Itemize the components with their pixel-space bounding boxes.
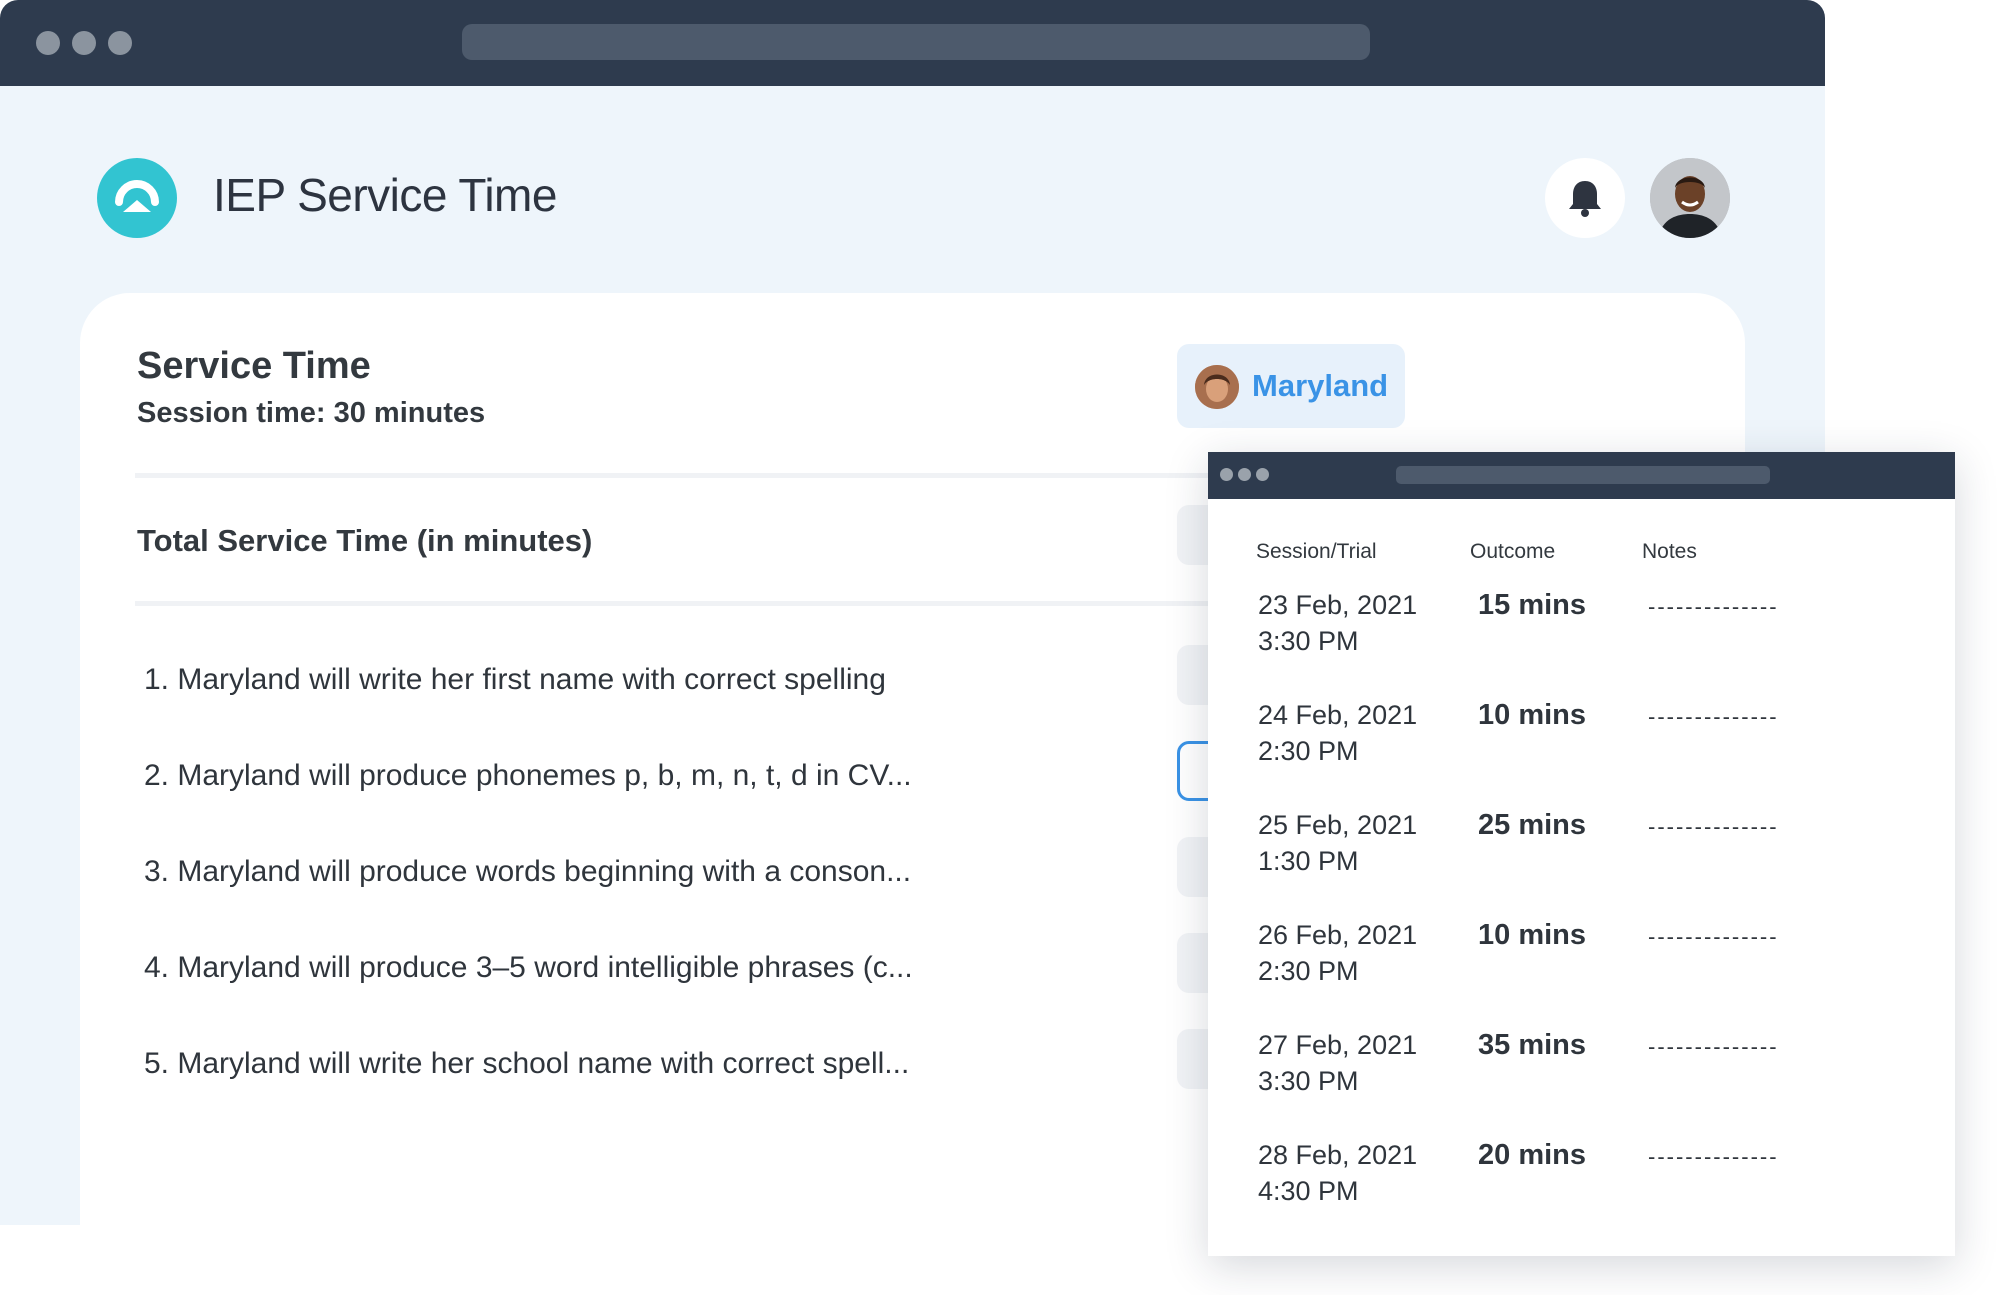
popup-close-dot[interactable] — [1220, 468, 1233, 481]
divider — [135, 473, 1335, 478]
session-date: 24 Feb, 2021 2:30 PM — [1258, 700, 1418, 766]
divider — [135, 601, 1335, 606]
goal-item[interactable]: 2. Maryland will produce phonemes p, b, … — [144, 759, 912, 793]
session-notes: -------------- — [1648, 1034, 1779, 1059]
window-minimize-dot[interactable] — [72, 31, 96, 55]
app-logo-icon[interactable] — [97, 158, 177, 238]
user-avatar[interactable] — [1650, 158, 1730, 238]
address-bar[interactable] — [462, 24, 1370, 60]
column-header-notes: Notes — [1642, 540, 1697, 563]
session-log-window: Session/Trial Outcome Notes 23 Feb, 2021… — [1208, 452, 1955, 1256]
session-date: 26 Feb, 2021 2:30 PM — [1258, 920, 1418, 986]
session-date: 23 Feb, 2021 3:30 PM — [1258, 590, 1418, 656]
student-chip[interactable]: Maryland — [1177, 344, 1405, 428]
session-notes: -------------- — [1648, 594, 1779, 619]
session-outcome: 10 mins — [1478, 699, 1586, 731]
session-outcome: 25 mins — [1478, 809, 1586, 841]
student-avatar — [1195, 365, 1239, 409]
session-outcome: 15 mins — [1478, 589, 1586, 621]
popup-maximize-dot[interactable] — [1256, 468, 1269, 481]
goal-item[interactable]: 4. Maryland will produce 3–5 word intell… — [144, 951, 913, 985]
card-title: Service Time — [137, 345, 371, 387]
session-date: 25 Feb, 2021 1:30 PM — [1258, 810, 1418, 876]
session-outcome: 10 mins — [1478, 919, 1586, 951]
total-service-time-label: Total Service Time (in minutes) — [137, 523, 593, 558]
session-notes: -------------- — [1648, 814, 1779, 839]
session-time-label: Session time: 30 minutes — [137, 397, 486, 429]
column-header-outcome: Outcome — [1470, 540, 1556, 563]
session-notes: -------------- — [1648, 1144, 1779, 1169]
goal-item[interactable]: 5. Maryland will write her school name w… — [144, 1047, 909, 1081]
session-date: 27 Feb, 2021 3:30 PM — [1258, 1030, 1418, 1096]
popup-titlebar — [1208, 452, 1955, 499]
bell-icon — [1569, 181, 1601, 217]
popup-address-bar[interactable] — [1396, 466, 1770, 484]
window-close-dot[interactable] — [36, 31, 60, 55]
goal-item[interactable]: 3. Maryland will produce words beginning… — [144, 855, 911, 889]
student-name: Maryland — [1252, 368, 1389, 403]
child-photo-icon — [1195, 365, 1239, 409]
window-maximize-dot[interactable] — [108, 31, 132, 55]
session-notes: -------------- — [1648, 704, 1779, 729]
session-outcome: 35 mins — [1478, 1029, 1586, 1061]
notifications-button[interactable] — [1545, 158, 1625, 238]
popup-minimize-dot[interactable] — [1238, 468, 1251, 481]
window-titlebar — [0, 0, 1825, 86]
session-outcome: 20 mins — [1478, 1139, 1586, 1171]
person-photo-icon — [1650, 158, 1730, 238]
column-header-session: Session/Trial — [1256, 540, 1377, 563]
app-title: IEP Service Time — [213, 169, 557, 221]
goal-item[interactable]: 1. Maryland will write her first name wi… — [144, 663, 886, 697]
session-date: 28 Feb, 2021 4:30 PM — [1258, 1140, 1418, 1206]
session-notes: -------------- — [1648, 924, 1779, 949]
